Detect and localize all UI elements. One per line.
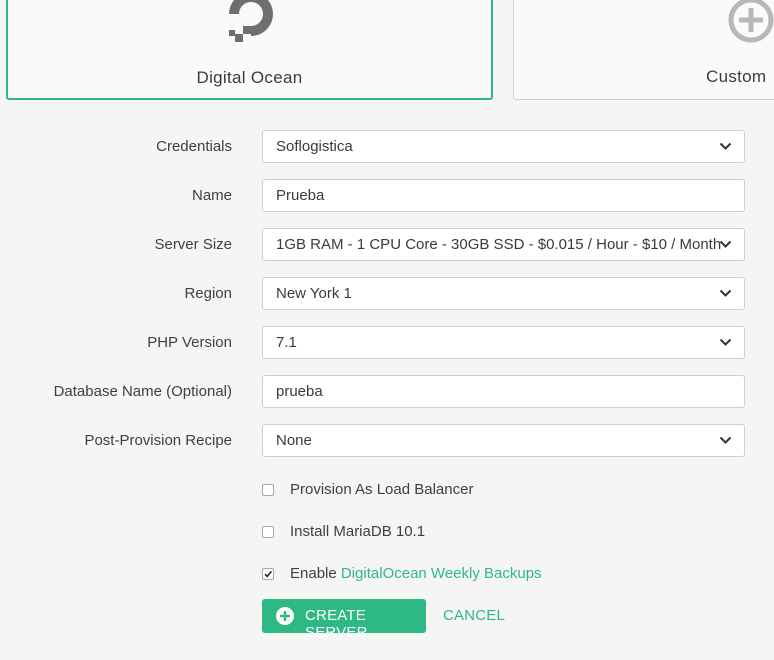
mariadb-label: Install MariaDB 10.1 <box>290 523 426 540</box>
database-name-input-value: prueba <box>276 383 323 400</box>
digitalocean-logo-icon <box>229 0 273 42</box>
provider-card-custom[interactable]: Custom <box>513 0 774 100</box>
backups-checkbox[interactable] <box>262 568 274 580</box>
load-balancer-checkbox[interactable] <box>262 484 274 496</box>
provider-card-digital-ocean[interactable]: Digital Ocean <box>6 0 493 100</box>
region-row: Region New York 1 <box>0 277 774 311</box>
backups-label-prefix: Enable <box>290 565 337 582</box>
php-version-select[interactable]: 7.1 <box>262 326 745 359</box>
chevron-down-icon <box>719 289 732 297</box>
credentials-select[interactable]: Soflogistica <box>262 130 745 163</box>
database-name-label: Database Name (Optional) <box>53 383 232 400</box>
name-row: Name Prueba <box>0 179 774 213</box>
server-size-label: Server Size <box>154 236 232 253</box>
chevron-down-icon <box>719 338 732 346</box>
cancel-button[interactable]: CANCEL <box>443 607 505 624</box>
checkmark-icon <box>264 570 273 578</box>
server-size-row: Server Size 1GB RAM - 1 CPU Core - 30GB … <box>0 228 774 262</box>
provider-label-digital-ocean: Digital Ocean <box>196 68 303 87</box>
create-server-label: CREATE SERVER <box>305 607 368 641</box>
post-provision-recipe-row: Post-Provision Recipe None <box>0 424 774 458</box>
backups-link[interactable]: DigitalOcean Weekly Backups <box>341 565 542 582</box>
provider-label-custom: Custom <box>706 67 767 86</box>
load-balancer-label: Provision As Load Balancer <box>290 481 474 498</box>
php-version-label: PHP Version <box>147 334 232 351</box>
name-input[interactable]: Prueba <box>262 179 745 212</box>
post-provision-recipe-select[interactable]: None <box>262 424 745 457</box>
database-name-row: Database Name (Optional) prueba <box>0 375 774 409</box>
credentials-select-value: Soflogistica <box>276 138 353 155</box>
plus-circle-icon <box>276 607 294 625</box>
post-provision-recipe-label: Post-Provision Recipe <box>84 432 232 449</box>
create-server-button[interactable]: CREATE SERVER <box>262 599 426 641</box>
credentials-row: Credentials Soflogistica <box>0 130 774 164</box>
region-select-value: New York 1 <box>276 285 352 302</box>
region-select[interactable]: New York 1 <box>262 277 745 310</box>
post-provision-recipe-select-value: None <box>276 432 312 449</box>
server-size-select[interactable]: 1GB RAM - 1 CPU Core - 30GB SSD - $0.015… <box>262 228 745 261</box>
php-version-row: PHP Version 7.1 <box>0 326 774 360</box>
database-name-input[interactable]: prueba <box>262 375 745 408</box>
credentials-label: Credentials <box>156 138 232 155</box>
name-input-value: Prueba <box>276 187 325 204</box>
server-size-select-value: 1GB RAM - 1 CPU Core - 30GB SSD - $0.015… <box>276 236 722 253</box>
chevron-down-icon <box>719 142 732 150</box>
plus-circle-icon <box>728 0 774 43</box>
php-version-select-value: 7.1 <box>276 334 297 351</box>
chevron-down-icon <box>719 240 732 248</box>
backups-label: Enable DigitalOcean Weekly Backups <box>290 565 542 582</box>
chevron-down-icon <box>719 436 732 444</box>
mariadb-checkbox[interactable] <box>262 526 274 538</box>
region-label: Region <box>184 285 232 302</box>
name-label: Name <box>191 187 232 204</box>
